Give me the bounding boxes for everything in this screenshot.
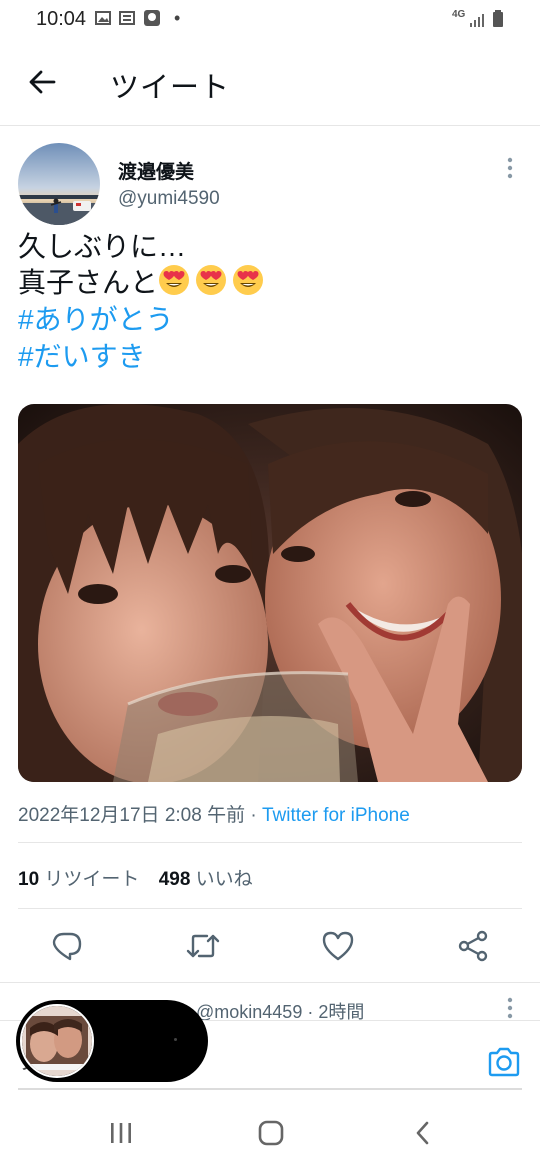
app-icon bbox=[144, 10, 160, 26]
heart-eyes-emoji bbox=[233, 265, 264, 295]
actions-divider bbox=[0, 982, 540, 983]
likes-stat[interactable]: 498 いいね bbox=[159, 869, 253, 890]
retweet-label: リツイート bbox=[39, 869, 140, 890]
network-type: 4G bbox=[452, 9, 466, 20]
pip-indicator bbox=[174, 1038, 177, 1041]
more-vertical-icon[interactable] bbox=[503, 156, 517, 180]
tweet-photo[interactable] bbox=[18, 404, 522, 782]
tweet-stats: 10 リツイート 498 いいね bbox=[18, 864, 253, 891]
like-count: 498 bbox=[158, 869, 191, 890]
camera-icon[interactable] bbox=[486, 1044, 522, 1080]
meta-separator: · bbox=[245, 805, 262, 826]
like-label: いいね bbox=[190, 869, 253, 890]
heart-eyes-emoji bbox=[159, 265, 190, 295]
stats-divider bbox=[18, 908, 522, 909]
news-icon bbox=[119, 11, 135, 25]
tweet-date[interactable]: 2022年12月17日 2:08 午前 bbox=[18, 805, 245, 826]
reply-input-underline bbox=[18, 1088, 522, 1090]
back-arrow-icon[interactable] bbox=[26, 66, 58, 98]
author-name[interactable]: 渡邉優美 bbox=[118, 157, 194, 184]
retweet-icon[interactable] bbox=[185, 928, 221, 964]
retweets-stat[interactable]: 10 リツイート bbox=[18, 869, 139, 890]
heart-eyes-emoji bbox=[196, 265, 227, 295]
tweet-text-line1: 久しぶりに… bbox=[18, 231, 187, 262]
heart-icon[interactable] bbox=[320, 928, 356, 964]
retweet-count: 10 bbox=[18, 869, 40, 890]
status-time: 10:04 bbox=[36, 8, 87, 30]
tweet-text-line2-text: 真子さんと bbox=[18, 267, 159, 298]
home-icon[interactable] bbox=[256, 1118, 286, 1148]
avatar[interactable] bbox=[18, 143, 100, 225]
hashtag-daisuki[interactable]: #だいすき bbox=[18, 338, 146, 376]
hashtag-arigatou[interactable]: #ありがとう bbox=[18, 301, 174, 339]
meta-divider bbox=[18, 842, 522, 843]
author-handle[interactable]: @yumi4590 bbox=[118, 188, 220, 210]
pip-thumbnail[interactable] bbox=[20, 1004, 94, 1078]
image-icon bbox=[95, 11, 111, 25]
signal-icon bbox=[470, 14, 484, 27]
tweet-source[interactable]: Twitter for iPhone bbox=[262, 805, 410, 826]
status-dot: • bbox=[174, 8, 181, 28]
share-icon[interactable] bbox=[455, 928, 491, 964]
tweet-meta: 2022年12月17日 2:08 午前 · Twitter for iPhone bbox=[18, 800, 410, 827]
header-divider bbox=[0, 125, 540, 126]
nav-back-icon[interactable] bbox=[408, 1118, 438, 1148]
tweet-text-line2: 真子さんと bbox=[18, 264, 269, 302]
reply-icon[interactable] bbox=[49, 928, 85, 964]
emoji-row bbox=[158, 265, 269, 298]
recents-icon[interactable] bbox=[106, 1118, 136, 1148]
page-title: ツイート bbox=[110, 72, 231, 104]
battery-icon bbox=[493, 10, 503, 27]
more-vertical-icon[interactable] bbox=[503, 996, 517, 1020]
